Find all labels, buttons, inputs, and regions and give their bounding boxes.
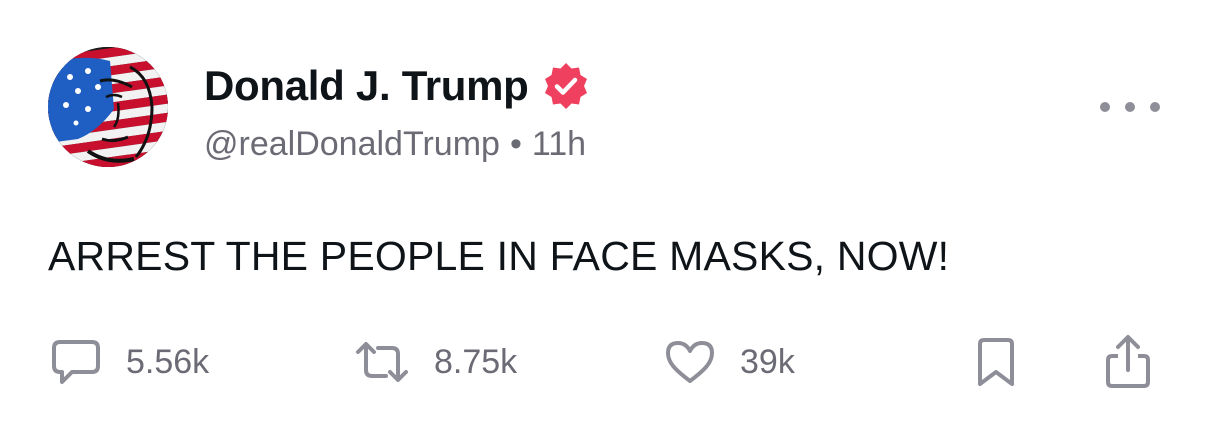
verified-badge-icon — [541, 61, 591, 111]
reply-count: 5.56k — [126, 342, 210, 381]
more-options-icon — [1100, 102, 1110, 112]
like-button[interactable]: 39k — [664, 334, 795, 390]
author-handle[interactable]: @realDonaldTrump — [204, 125, 500, 163]
share-icon — [1106, 335, 1150, 388]
post-timestamp[interactable]: 11h — [532, 125, 586, 163]
reply-button[interactable]: 5.56k — [50, 334, 209, 390]
avatar[interactable] — [48, 47, 168, 167]
bookmark-icon — [978, 338, 1014, 386]
repost-arrows-icon — [356, 342, 408, 382]
author-display-name[interactable]: Donald J. Trump — [204, 60, 529, 112]
bookmark-button[interactable] — [976, 334, 1016, 390]
like-count: 39k — [740, 342, 795, 381]
more-options-button[interactable] — [1100, 92, 1160, 122]
heart-icon — [666, 341, 714, 383]
meta-separator: • — [509, 125, 522, 163]
action-bar: 5.56k 8.75k 39k — [0, 334, 1206, 390]
flag-portrait-avatar-icon — [48, 47, 168, 167]
author-meta: @realDonaldTrump • 11h — [204, 122, 586, 166]
share-button[interactable] — [1104, 334, 1152, 390]
repost-button[interactable]: 8.75k — [354, 334, 517, 390]
reply-bubble-icon — [52, 340, 100, 384]
post-text: ARREST THE PEOPLE IN FACE MASKS, NOW! — [48, 233, 950, 279]
author-name-row[interactable]: Donald J. Trump — [204, 60, 591, 112]
more-options-icon-dot — [1150, 102, 1160, 112]
repost-count: 8.75k — [434, 342, 518, 381]
more-options-icon-dot — [1125, 102, 1135, 112]
post-card: Donald J. Trump @realDonaldTrump • 11h ARR… — [0, 0, 1206, 434]
